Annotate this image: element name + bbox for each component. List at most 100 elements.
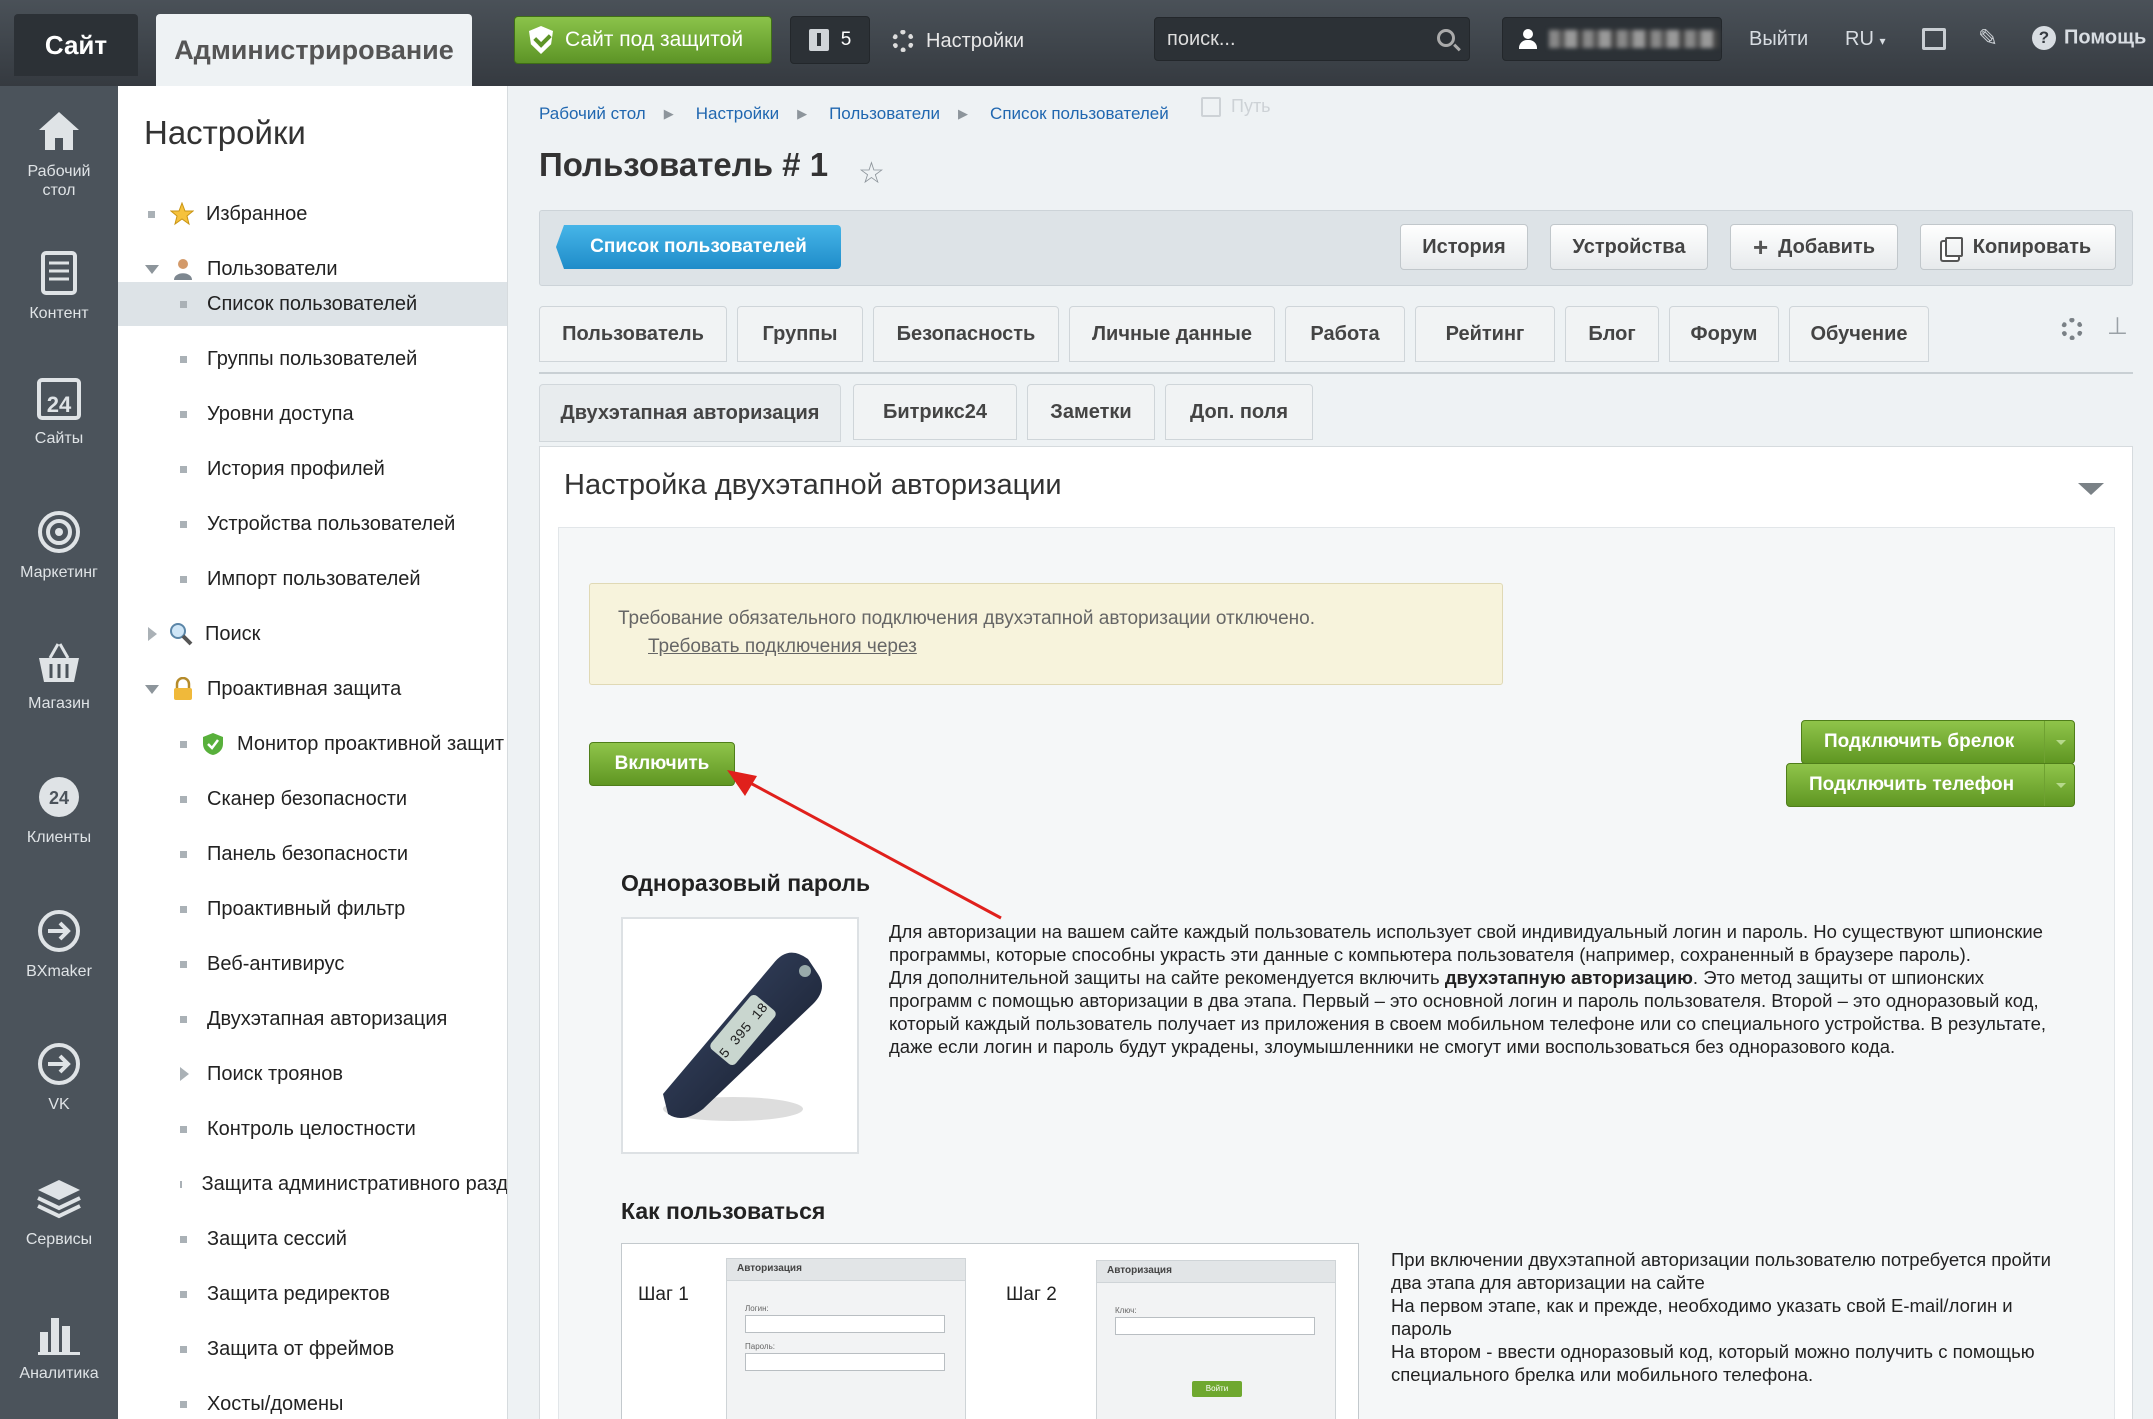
tab-groups[interactable]: Группы [737,306,863,362]
mock-login-button: Войти [1192,1381,1242,1397]
notice-text: Требование обязательного подключения дву… [618,608,1316,629]
nav-desktop[interactable]: Рабочий стол [0,108,118,200]
tab-work[interactable]: Работа [1285,306,1405,362]
bar-chart-icon [38,1318,80,1355]
sidebar-item-favorites[interactable]: Избранное [118,192,507,236]
user-list-button[interactable]: Список пользователей [556,225,841,269]
sidebar-item-redirect-protection[interactable]: Защита редиректов [118,1272,507,1316]
sidebar-item-user-groups[interactable]: Группы пользователей [118,337,507,381]
favorite-star-icon[interactable]: ☆ [858,156,885,191]
nav-bxmaker[interactable]: BXmaker [0,908,118,981]
breadcrumb-link[interactable]: Список пользователей [990,104,1169,124]
tab-forum[interactable]: Форум [1669,306,1779,362]
nav-vk[interactable]: VK [0,1041,118,1114]
gear-icon [892,30,914,52]
sidebar-item-integrity[interactable]: Контроль целостности [118,1107,507,1151]
notifications-button[interactable]: 5 [790,16,870,64]
sidebar-item-frame-protection[interactable]: Защита от фреймов [118,1327,507,1371]
tab-notes[interactable]: Заметки [1027,384,1155,440]
nav-label: Аналитика [19,1365,99,1382]
site-tab[interactable]: Сайт [14,14,138,76]
enable-button[interactable]: Включить [589,742,735,786]
sidebar-item-label: Монитор проактивной защит [237,732,505,755]
admin-tab[interactable]: Администрирование [156,14,472,86]
nav-services[interactable]: Сервисы [0,1176,118,1249]
sidebar-item-session-protection[interactable]: Защита сессий [118,1217,507,1261]
sidebar-item-hosts[interactable]: Хосты/домены [118,1382,507,1419]
tab-learning[interactable]: Обучение [1789,306,1929,362]
sidebar-item-scanner[interactable]: Сканер безопасности [118,777,507,821]
chevron-right-icon[interactable] [148,627,157,641]
connect-phone-button[interactable]: Подключить телефон [1786,763,2075,807]
tab-rating[interactable]: Рейтинг [1415,306,1555,362]
help-link[interactable]: ? Помощь [2032,26,2146,50]
mock-password-input [745,1353,945,1371]
gear-icon[interactable] [2061,318,2083,340]
nav-clients[interactable]: 24 Клиенты [0,774,118,847]
tab-personal[interactable]: Личные данные [1069,306,1275,362]
sidebar-item-admin-protection[interactable]: Защита административного разд [118,1162,507,1206]
nav-shop[interactable]: Магазин [0,640,118,713]
nav-marketing[interactable]: Маркетинг [0,509,118,582]
tab-security[interactable]: Безопасность [873,306,1059,362]
sidebar-item-user-list[interactable]: Список пользователей [118,282,507,326]
sidebar-item-search[interactable]: Поиск [118,612,507,656]
nav-analytics[interactable]: Аналитика [0,1310,118,1383]
search-icon[interactable] [1437,29,1455,47]
settings-menu[interactable]: Настройки [892,24,1024,58]
nav-label: VK [48,1096,70,1113]
tab-user[interactable]: Пользователь [539,306,727,362]
sidebar-item-two-factor[interactable]: Двухэтапная авторизация [118,997,507,1041]
logout-link[interactable]: Выйти [1749,28,1808,51]
user-menu[interactable] [1502,17,1722,61]
devices-button[interactable]: Устройства [1550,224,1708,270]
sidebar-item-proactive[interactable]: Проактивная защита [118,667,507,711]
path-toggle[interactable]: Путь [1201,96,1271,117]
sidebar-item-access-levels[interactable]: Уровни доступа [118,392,507,436]
sidebar-item-profile-history[interactable]: История профилей [118,447,507,491]
chevron-down-icon[interactable] [145,684,159,694]
chevron-down-icon[interactable] [2044,764,2074,806]
panel-body: Требование обязательного подключения дву… [558,527,2115,1419]
help-label: Помощь [2064,26,2147,49]
nav-content[interactable]: Контент [0,250,118,323]
require-link[interactable]: Требовать подключения через [648,636,917,658]
add-label: Добавить [1778,235,1876,258]
user-icon [1519,29,1537,49]
collapse-triangle-icon[interactable] [2078,483,2104,495]
chevron-down-icon[interactable] [145,264,159,274]
sidebar-item-web-antivirus[interactable]: Веб-антивирус [118,942,507,986]
history-button[interactable]: История [1400,224,1528,270]
tab-two-factor[interactable]: Двухэтапная авторизация [539,384,841,442]
star-icon [170,202,194,226]
pin-icon[interactable]: ⊥ [2107,312,2128,341]
tab-blog[interactable]: Блог [1565,306,1659,362]
add-button[interactable]: + Добавить [1730,224,1898,270]
chevron-down-icon[interactable] [2044,721,2074,763]
keyboard-icon[interactable] [1922,28,1946,50]
breadcrumb-link[interactable]: Рабочий стол [539,104,646,124]
sidebar-item-proactive-monitor[interactable]: Монитор проактивной защит [118,722,507,766]
copy-button[interactable]: Копировать [1920,224,2116,270]
chevron-right-icon[interactable] [180,1067,189,1081]
language-selector[interactable]: RU ▾ [1845,28,1885,51]
site-protection-button[interactable]: Сайт под защитой [514,16,772,64]
breadcrumb-link[interactable]: Пользователи [829,104,940,124]
pin-icon[interactable]: ✎ [1978,24,2004,54]
breadcrumb-link[interactable]: Настройки [696,104,779,124]
green-shield-icon [203,733,223,755]
sidebar-item-user-import[interactable]: Импорт пользователей [118,557,507,601]
clients-24-icon: 24 [39,777,79,817]
sidebar-item-security-panel[interactable]: Панель безопасности [118,832,507,876]
sidebar-item-proactive-filter[interactable]: Проактивный фильтр [118,887,507,931]
help-icon: ? [2032,26,2056,50]
tab-extra-fields[interactable]: Доп. поля [1165,384,1313,440]
nav-sites[interactable]: 24 Сайты [0,375,118,448]
panel-title: Настройка двухэтапной авторизации [564,469,1062,501]
bullet [180,905,187,913]
tab-bitrix24[interactable]: Битрикс24 [853,384,1017,440]
connect-fob-button[interactable]: Подключить брелок [1801,720,2075,764]
sidebar-item-trojan-search[interactable]: Поиск троянов [118,1052,507,1096]
search-input[interactable]: поиск... [1154,17,1470,61]
sidebar-item-user-devices[interactable]: Устройства пользователей [118,502,507,546]
